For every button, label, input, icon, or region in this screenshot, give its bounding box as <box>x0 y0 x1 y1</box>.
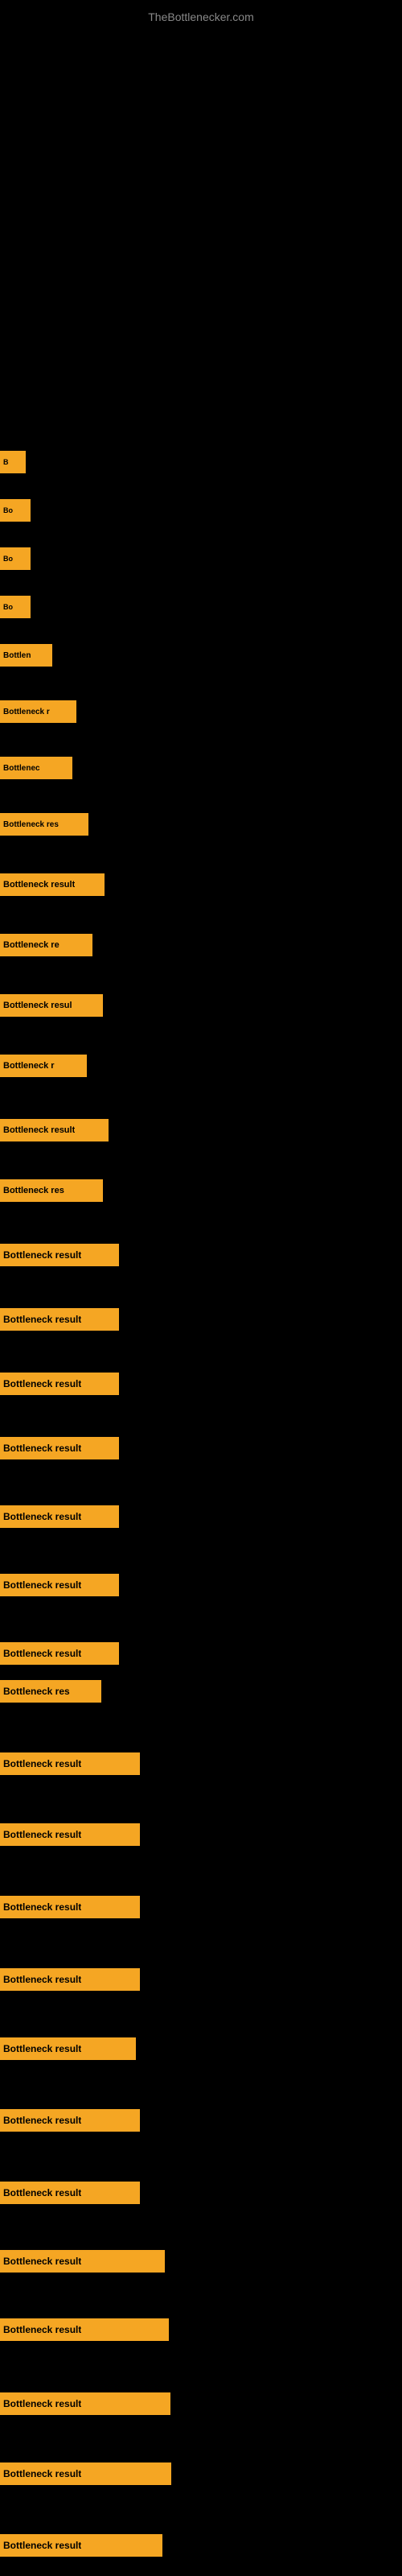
result-bar-1: B <box>0 451 26 473</box>
bar-label-9: Bottleneck result <box>3 880 75 890</box>
bar-label-20: Bottleneck result <box>3 1579 81 1591</box>
result-bar-3: Bo <box>0 547 31 570</box>
result-bar-2: Bo <box>0 499 31 522</box>
bar-label-6: Bottleneck r <box>3 708 50 716</box>
bar-label-4: Bo <box>3 603 13 611</box>
result-bar-22: Bottleneck res <box>0 1680 101 1703</box>
bar-label-33: Bottleneck result <box>3 2468 81 2479</box>
result-bar-30: Bottleneck result <box>0 2250 165 2273</box>
bar-label-34: Bottleneck result <box>3 2540 81 2551</box>
bar-label-3: Bo <box>3 555 13 563</box>
bar-label-21: Bottleneck result <box>3 1648 81 1659</box>
result-bar-24: Bottleneck result <box>0 1823 140 1846</box>
result-bar-34: Bottleneck result <box>0 2534 162 2557</box>
bar-label-11: Bottleneck resul <box>3 1001 72 1010</box>
result-bar-6: Bottleneck r <box>0 700 76 723</box>
result-bar-13: Bottleneck result <box>0 1119 109 1141</box>
bar-label-14: Bottleneck res <box>3 1186 64 1195</box>
result-bar-29: Bottleneck result <box>0 2182 140 2204</box>
result-bar-19: Bottleneck result <box>0 1505 119 1528</box>
bar-label-15: Bottleneck result <box>3 1249 81 1261</box>
result-bar-9: Bottleneck result <box>0 873 105 896</box>
result-bar-28: Bottleneck result <box>0 2109 140 2132</box>
bar-label-8: Bottleneck res <box>3 820 59 829</box>
bar-label-31: Bottleneck result <box>3 2324 81 2335</box>
result-bar-32: Bottleneck result <box>0 2392 170 2415</box>
result-bar-17: Bottleneck result <box>0 1373 119 1395</box>
bar-label-24: Bottleneck result <box>3 1829 81 1840</box>
result-bar-16: Bottleneck result <box>0 1308 119 1331</box>
result-bar-33: Bottleneck result <box>0 2462 171 2485</box>
bar-label-27: Bottleneck result <box>3 2043 81 2054</box>
bar-label-10: Bottleneck re <box>3 940 59 950</box>
result-bar-11: Bottleneck resul <box>0 994 103 1017</box>
bar-label-25: Bottleneck result <box>3 1901 81 1913</box>
result-bar-5: Bottlen <box>0 644 52 667</box>
result-bar-4: Bo <box>0 596 31 618</box>
bar-label-30: Bottleneck result <box>3 2256 81 2267</box>
bar-label-1: B <box>3 458 9 466</box>
bar-label-19: Bottleneck result <box>3 1511 81 1522</box>
result-bar-15: Bottleneck result <box>0 1244 119 1266</box>
result-bar-8: Bottleneck res <box>0 813 88 836</box>
bar-label-7: Bottlenec <box>3 764 40 773</box>
result-bar-21: Bottleneck result <box>0 1642 119 1665</box>
bar-label-16: Bottleneck result <box>3 1314 81 1325</box>
site-title: TheBottlenecker.com <box>0 4 402 30</box>
result-bar-18: Bottleneck result <box>0 1437 119 1459</box>
bar-label-13: Bottleneck result <box>3 1125 75 1135</box>
bar-label-29: Bottleneck result <box>3 2187 81 2198</box>
result-bar-7: Bottlenec <box>0 757 72 779</box>
bar-label-22: Bottleneck res <box>3 1686 70 1697</box>
bar-label-12: Bottleneck r <box>3 1061 55 1071</box>
result-bar-12: Bottleneck r <box>0 1055 87 1077</box>
result-bar-23: Bottleneck result <box>0 1752 140 1775</box>
bar-label-26: Bottleneck result <box>3 1974 81 1985</box>
result-bar-26: Bottleneck result <box>0 1968 140 1991</box>
bar-label-28: Bottleneck result <box>3 2115 81 2126</box>
bar-label-23: Bottleneck result <box>3 1758 81 1769</box>
result-bar-31: Bottleneck result <box>0 2318 169 2341</box>
bar-label-2: Bo <box>3 506 13 514</box>
bar-label-32: Bottleneck result <box>3 2398 81 2409</box>
result-bar-10: Bottleneck re <box>0 934 92 956</box>
result-bar-20: Bottleneck result <box>0 1574 119 1596</box>
bar-label-5: Bottlen <box>3 651 31 660</box>
bar-label-17: Bottleneck result <box>3 1378 81 1389</box>
result-bar-25: Bottleneck result <box>0 1896 140 1918</box>
result-bar-14: Bottleneck res <box>0 1179 103 1202</box>
bar-label-18: Bottleneck result <box>3 1443 81 1454</box>
result-bar-27: Bottleneck result <box>0 2037 136 2060</box>
